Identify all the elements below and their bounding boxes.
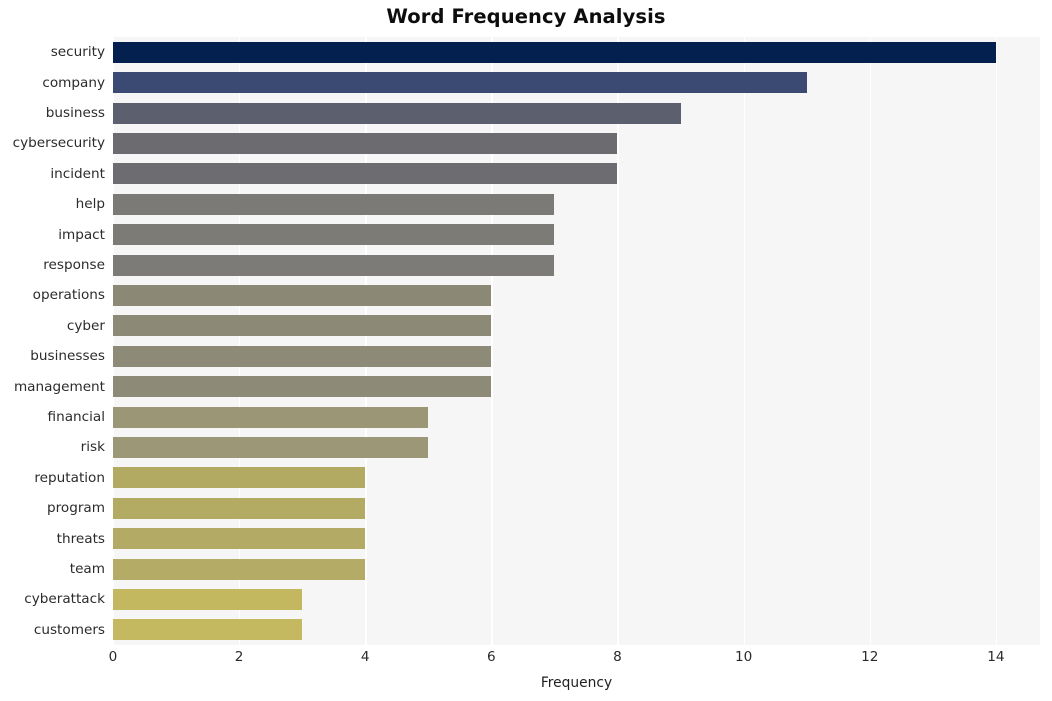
x-tick-label: 2 [234, 649, 244, 665]
y-tick-label: management [13, 378, 105, 395]
bar[interactable] [113, 436, 429, 458]
plot-area [113, 37, 1040, 645]
y-tick-label: risk [80, 439, 105, 456]
y-tick-label: threats [56, 530, 105, 547]
bar[interactable] [113, 406, 429, 428]
x-tick-label: 10 [734, 649, 753, 665]
bar[interactable] [113, 284, 492, 306]
bar[interactable] [113, 619, 303, 641]
y-tick-label: customers [33, 621, 105, 638]
y-tick-label: security [50, 44, 105, 61]
bar[interactable] [113, 163, 618, 185]
x-tick-label: 0 [108, 649, 118, 665]
bar[interactable] [113, 72, 807, 94]
chart-title: Word Frequency Analysis [386, 5, 666, 28]
y-tick-label: help [75, 196, 105, 213]
y-tick-label: financial [47, 409, 105, 425]
x-tick-label: 14 [987, 649, 1005, 665]
bar[interactable] [113, 528, 366, 550]
bar[interactable] [113, 376, 492, 398]
bar[interactable] [113, 41, 996, 63]
x-tick-label: 4 [360, 649, 370, 665]
x-tick-label: 6 [487, 649, 496, 665]
x-tick-label: 8 [613, 649, 622, 665]
bar[interactable] [113, 497, 366, 519]
bar[interactable] [113, 467, 366, 489]
y-tick-label: program [46, 500, 105, 517]
y-axis-tick-labels: security company business cybersecurity inci… [0, 37, 105, 645]
x-tick-label: 12 [861, 649, 879, 665]
x-axis-tick-labels: 0 2 4 6 8 10 12 14 [109, 649, 1040, 669]
y-tick-label: cyber [66, 317, 105, 334]
y-tick-label: response [43, 257, 105, 273]
bar[interactable] [113, 132, 618, 154]
bar[interactable] [113, 102, 681, 124]
bar[interactable] [113, 224, 555, 246]
bar[interactable] [113, 558, 366, 580]
bars-layer [113, 37, 1040, 645]
y-tick-label: cybersecurity [12, 135, 105, 152]
bar[interactable] [113, 588, 303, 610]
y-tick-label: reputation [34, 469, 105, 486]
bar[interactable] [113, 345, 492, 367]
bar[interactable] [113, 315, 492, 337]
y-tick-label: businesses [30, 348, 105, 365]
y-tick-label: business [45, 105, 105, 121]
y-tick-label: team [69, 561, 105, 577]
bar[interactable] [113, 254, 555, 276]
y-tick-label: incident [50, 165, 105, 182]
chart-figure: Word Frequency Analysis security company b… [0, 0, 1052, 701]
y-tick-label: impact [58, 226, 105, 243]
bar[interactable] [113, 193, 555, 215]
y-tick-label: company [42, 74, 105, 91]
y-tick-label: cyberattack [24, 591, 105, 608]
x-axis-label: Frequency [540, 675, 613, 691]
y-tick-label: operations [32, 287, 105, 304]
